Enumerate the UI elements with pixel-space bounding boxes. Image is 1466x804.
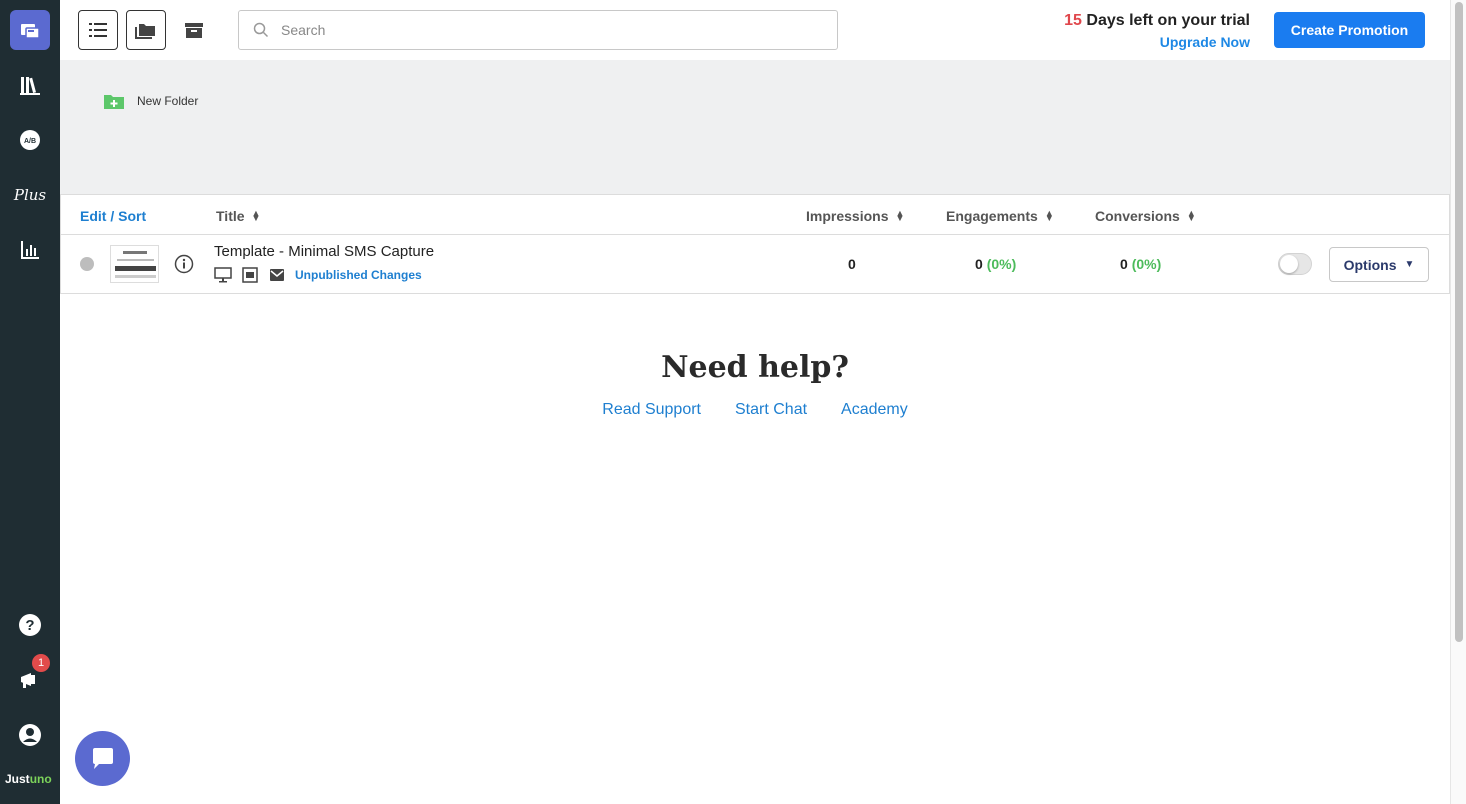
ab-test-label: A/B — [24, 138, 36, 145]
table-row: Template - Minimal SMS Capture Unpublish… — [61, 235, 1449, 294]
read-support-link[interactable]: Read Support — [602, 401, 701, 419]
sidebar-item-promotions[interactable] — [10, 10, 50, 50]
column-header-impressions[interactable]: Impressions ▲ ▼ — [806, 208, 904, 224]
trial-days-label: Days left on your trial — [1081, 12, 1250, 29]
search-icon — [253, 22, 269, 38]
list-icon — [89, 23, 107, 37]
trial-text: 15 Days left on your trial — [1064, 12, 1250, 30]
popup-icon — [241, 266, 259, 284]
archive-icon — [185, 23, 203, 38]
scrollbar-thumb[interactable] — [1455, 2, 1463, 642]
help-section: Need help? Read Support Start Chat Acade… — [60, 350, 1450, 419]
chevron-down-icon: ▼ — [1404, 259, 1415, 270]
new-folder-button[interactable]: New Folder — [104, 93, 198, 109]
start-chat-link[interactable]: Start Chat — [735, 401, 807, 419]
conversions-value: 0 — [1120, 256, 1128, 272]
upgrade-now-link[interactable]: Upgrade Now — [1064, 34, 1250, 50]
search-input[interactable] — [281, 22, 821, 38]
title-header-label: Title — [216, 208, 245, 224]
folder-area: New Folder — [60, 60, 1450, 194]
promotion-title[interactable]: Template - Minimal SMS Capture — [214, 243, 434, 260]
sidebar-item-help[interactable]: ? — [10, 605, 50, 645]
promotions-table: Edit / Sort Title ▲ ▼ Impressions ▲ ▼ Engage… — [60, 194, 1450, 294]
ab-test-icon: A/B — [20, 130, 40, 150]
column-header-title[interactable]: Title ▲ ▼ — [216, 208, 260, 224]
trial-notice: 15 Days left on your trial Upgrade Now — [1064, 12, 1250, 50]
engagements-cell: 0 (0%) — [975, 256, 1016, 272]
folder-plus-icon — [104, 95, 124, 109]
engagements-header-label: Engagements — [946, 208, 1038, 224]
notification-badge: 1 — [32, 654, 50, 672]
sidebar-item-library[interactable] — [10, 65, 50, 105]
sort-icon: ▲ ▼ — [1044, 208, 1054, 223]
impressions-header-label: Impressions — [806, 208, 889, 224]
table-header: Edit / Sort Title ▲ ▼ Impressions ▲ ▼ Engage… — [61, 195, 1449, 235]
email-icon — [268, 266, 286, 284]
info-icon[interactable] — [174, 254, 194, 277]
new-folder-label: New Folder — [137, 94, 199, 108]
help-links: Read Support Start Chat Academy — [60, 401, 1450, 419]
impressions-value: 0 — [848, 256, 856, 272]
promotions-icon — [21, 24, 40, 39]
megaphone-icon — [21, 673, 35, 688]
academy-link[interactable]: Academy — [841, 401, 908, 419]
bar-chart-icon — [21, 241, 39, 259]
unpublished-changes-link[interactable]: Unpublished Changes — [295, 268, 422, 282]
folder-view-button[interactable] — [126, 10, 166, 50]
svg-text:?: ? — [25, 617, 34, 634]
desktop-icon — [214, 266, 232, 284]
folders-icon — [135, 24, 155, 39]
question-icon: ? — [19, 614, 41, 636]
sort-icon: ▲ ▼ — [1186, 208, 1196, 223]
chat-launcher-button[interactable] — [75, 731, 130, 786]
library-icon — [20, 77, 40, 95]
top-bar: 15 Days left on your trial Upgrade Now C… — [60, 0, 1450, 60]
sort-icon: ▲ ▼ — [251, 208, 261, 223]
edit-sort-button[interactable]: Edit / Sort — [80, 208, 146, 224]
list-view-button[interactable] — [78, 10, 118, 50]
column-header-conversions[interactable]: Conversions ▲ ▼ — [1095, 208, 1196, 224]
toggle-knob — [1280, 255, 1298, 273]
plus-icon: Plus — [13, 186, 47, 204]
sidebar-item-analytics[interactable] — [10, 230, 50, 270]
column-header-engagements[interactable]: Engagements ▲ ▼ — [946, 208, 1054, 224]
sidebar-item-announcements[interactable]: 1 — [10, 654, 50, 700]
sort-icon: ▲ ▼ — [895, 208, 905, 223]
search-box — [238, 10, 838, 50]
page-scrollbar[interactable] — [1450, 0, 1466, 804]
conversions-percent: (0%) — [1131, 256, 1162, 272]
archive-button[interactable] — [174, 10, 214, 50]
sidebar: A/B Plus ? 1 Justuno — [0, 0, 60, 804]
promotion-thumbnail[interactable] — [110, 245, 159, 283]
chat-icon — [92, 747, 113, 769]
status-indicator — [80, 257, 94, 271]
sidebar-item-plus[interactable]: Plus — [10, 175, 50, 215]
options-dropdown-button[interactable]: Options ▼ — [1329, 247, 1429, 282]
promotion-device-icons: Unpublished Changes — [214, 266, 422, 284]
sidebar-item-ab-test[interactable]: A/B — [10, 120, 50, 160]
options-label: Options — [1343, 256, 1397, 273]
sidebar-item-account[interactable] — [10, 715, 50, 755]
trial-days-count: 15 — [1064, 12, 1082, 29]
engagements-percent: (0%) — [986, 256, 1017, 272]
conversions-header-label: Conversions — [1095, 208, 1180, 224]
user-icon — [19, 724, 41, 746]
logo-part-just: Just — [5, 772, 30, 786]
promotion-active-toggle[interactable] — [1278, 253, 1312, 275]
justuno-logo: Justuno — [5, 772, 52, 786]
create-promotion-button[interactable]: Create Promotion — [1274, 12, 1425, 48]
logo-part-uno: uno — [29, 772, 52, 786]
conversions-cell: 0 (0%) — [1120, 256, 1161, 272]
engagements-value: 0 — [975, 256, 983, 272]
help-title: Need help? — [661, 350, 849, 385]
